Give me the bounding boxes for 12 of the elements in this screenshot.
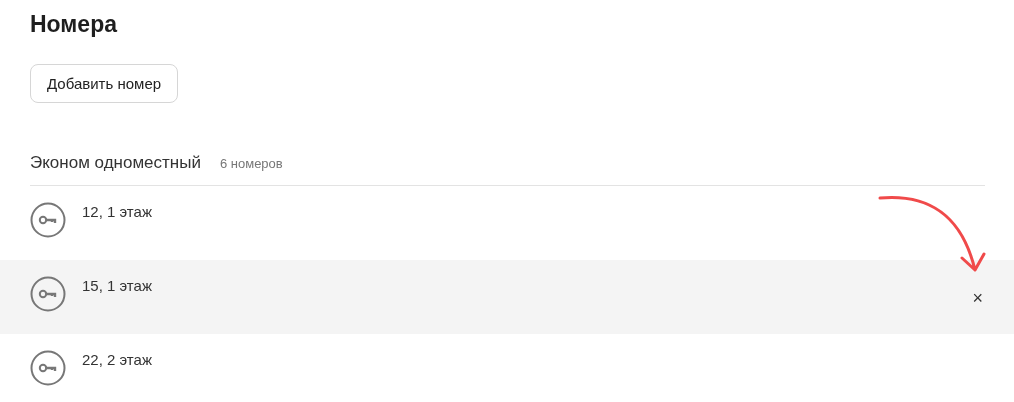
- room-count: 6 номеров: [219, 156, 283, 171]
- key-icon: [30, 202, 66, 238]
- room-label: 12, 1 этаж: [82, 202, 153, 222]
- page-title: Номера: [30, 10, 119, 39]
- room-row[interactable]: 15, 1 этаж ×: [0, 260, 1014, 334]
- group-title: Эконом одноместный: [30, 153, 201, 173]
- room-label: 15, 1 этаж: [82, 276, 153, 296]
- room-label: 22, 2 этаж: [82, 350, 153, 370]
- add-room-button[interactable]: Добавить номер: [30, 64, 179, 103]
- key-icon: [30, 276, 66, 312]
- key-icon: [30, 350, 66, 386]
- close-button[interactable]: ×: [970, 289, 985, 307]
